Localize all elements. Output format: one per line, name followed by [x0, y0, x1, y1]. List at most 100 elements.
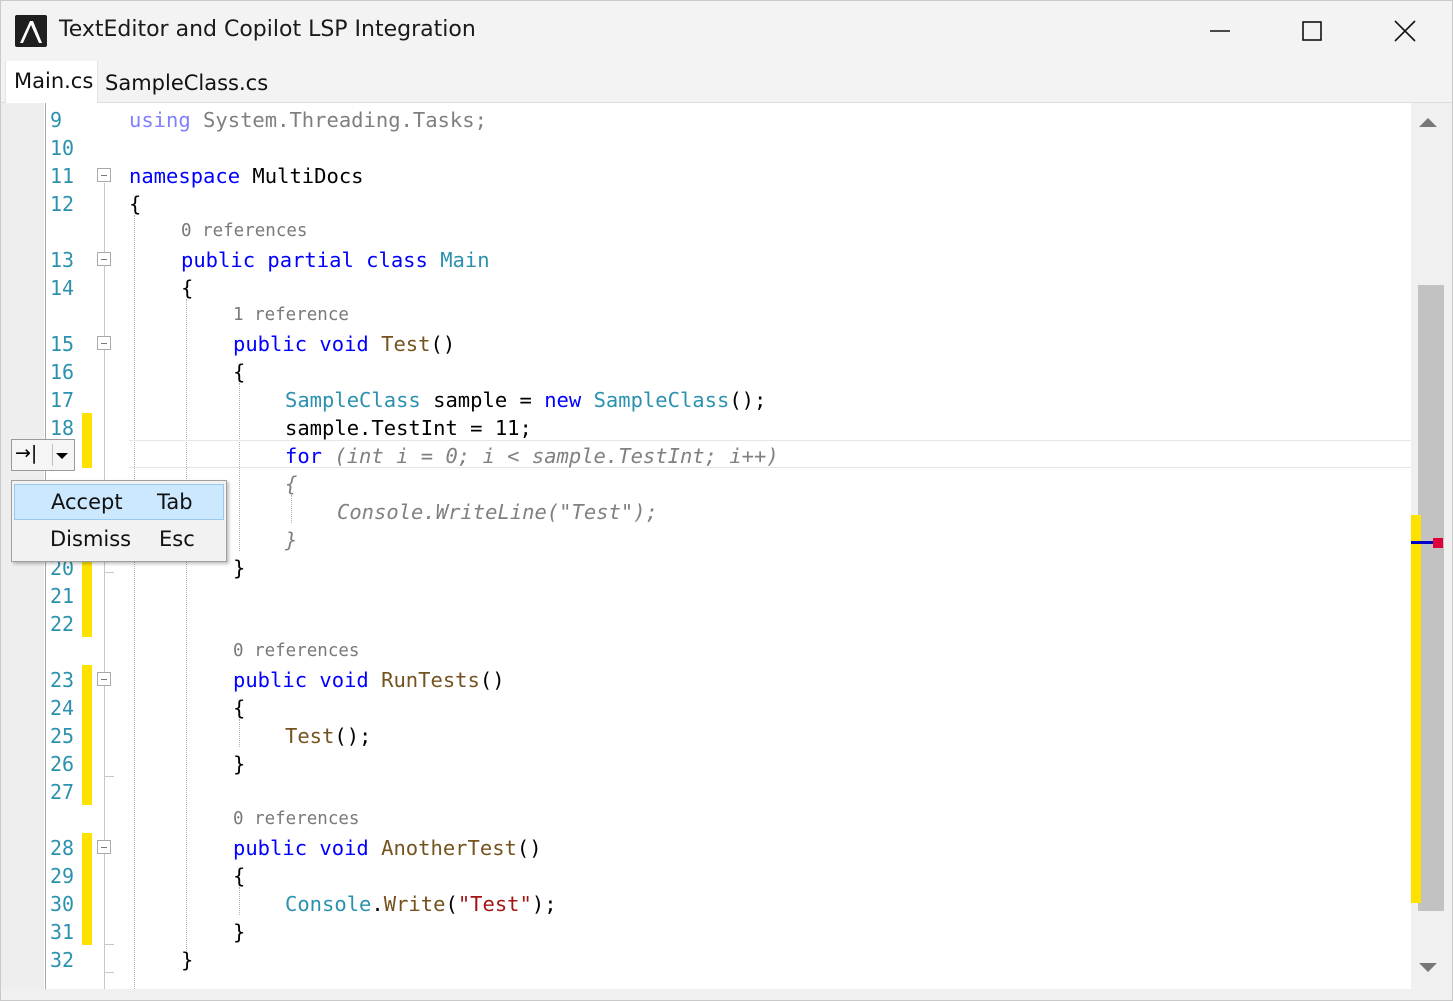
- code-line: }: [181, 948, 194, 972]
- code-lens-references[interactable]: 1 reference: [233, 301, 349, 329]
- copilot-tab-hint[interactable]: →|: [11, 439, 75, 471]
- tab-main-cs[interactable]: Main.cs: [5, 61, 98, 103]
- line-number: 28: [50, 836, 75, 860]
- method-name: AnotherTest: [381, 836, 517, 860]
- indent-guide: [291, 495, 292, 523]
- scrollbar-thumb[interactable]: [1418, 285, 1444, 911]
- code-line: public void AnotherTest(): [233, 834, 542, 862]
- indent-guide: [239, 887, 240, 915]
- keyword: new: [544, 388, 582, 412]
- code-line: {: [233, 696, 246, 720]
- line-number: 15: [50, 332, 75, 356]
- copilot-ghost-text: {: [285, 472, 298, 496]
- change-marker: [82, 553, 92, 637]
- menu-item-label: Accept: [51, 490, 123, 514]
- code-text: (: [445, 892, 458, 916]
- code-text: (): [430, 332, 456, 356]
- code-text: ();: [334, 724, 372, 748]
- code-text: MultiDocs: [240, 164, 364, 188]
- chevron-down-icon[interactable]: [56, 453, 68, 459]
- indent-guide: [186, 299, 187, 959]
- method-name: Test: [285, 724, 335, 748]
- line-number: 26: [50, 752, 75, 776]
- minimize-button[interactable]: [1174, 1, 1266, 61]
- type-name: Main: [440, 248, 490, 272]
- line-number: 27: [50, 780, 75, 804]
- fold-toggle[interactable]: [97, 840, 111, 854]
- code-text: System.Threading.Tasks;: [190, 108, 487, 132]
- code-lens-references[interactable]: 0 references: [233, 637, 359, 665]
- fold-toggle[interactable]: [97, 672, 111, 686]
- code-line: sample.TestInt = 11;: [285, 416, 532, 440]
- close-button[interactable]: [1359, 1, 1451, 61]
- line-number: 22: [50, 612, 75, 636]
- code-text: );: [531, 892, 557, 916]
- code-line: {: [181, 276, 194, 300]
- fold-end: [104, 944, 114, 945]
- code-line: public void RunTests(): [233, 666, 505, 694]
- accept-menu-item[interactable]: Accept Tab: [14, 484, 224, 520]
- fold-line: [104, 183, 105, 989]
- code-line: }: [233, 920, 246, 944]
- code-line: {: [233, 864, 246, 888]
- scroll-up-arrow-icon[interactable]: [1419, 118, 1437, 127]
- change-marker: [82, 665, 92, 805]
- line-number: 17: [50, 388, 75, 412]
- error-marker: [1433, 538, 1443, 548]
- type-name: Console: [285, 892, 372, 916]
- vertical-scrollbar[interactable]: [1411, 103, 1452, 989]
- change-overview-marker: [1411, 515, 1421, 903]
- code-text: .: [371, 892, 384, 916]
- type-name: SampleClass: [593, 388, 730, 412]
- title-bar: TextEditor and Copilot LSP Integration: [1, 1, 1452, 61]
- line-number: 18: [50, 416, 75, 440]
- line-number: 11: [50, 164, 75, 188]
- line-number: 30: [50, 892, 75, 916]
- scroll-down-arrow-icon[interactable]: [1419, 963, 1437, 972]
- keyword: using: [129, 108, 191, 132]
- fold-toggle[interactable]: [97, 252, 111, 266]
- code-lens-references[interactable]: 0 references: [233, 805, 359, 833]
- code-text: (): [516, 836, 542, 860]
- code-text: (): [479, 668, 505, 692]
- keyword: for: [285, 444, 323, 468]
- copilot-ghost-text: Console.WriteLine("Test");: [337, 500, 658, 524]
- menu-item-shortcut: Tab: [157, 490, 193, 514]
- string-literal: "Test": [457, 892, 532, 916]
- keyword: public partial class: [181, 248, 428, 272]
- line-number: 31: [50, 920, 75, 944]
- fold-toggle[interactable]: [97, 336, 111, 350]
- document-tabs: Main.cs SampleClass.cs: [1, 61, 1452, 103]
- code-line: using System.Threading.Tasks;: [129, 106, 487, 134]
- code-line: {: [129, 192, 142, 216]
- tab-sampleclass-cs[interactable]: SampleClass.cs: [101, 61, 271, 102]
- code-lens-references[interactable]: 0 references: [181, 217, 307, 245]
- fold-toggle[interactable]: [97, 168, 111, 182]
- close-icon: [1394, 20, 1416, 42]
- tab-label: SampleClass.cs: [105, 71, 269, 95]
- line-number: 14: [50, 276, 75, 300]
- app-logo-icon: [15, 15, 47, 47]
- copilot-ghost-text: (int i = 0; i < sample.TestInt; i++): [322, 444, 779, 468]
- method-name: RunTests: [381, 668, 480, 692]
- change-marker: [82, 833, 92, 945]
- change-marker: [82, 413, 92, 468]
- method-name: Write: [383, 892, 446, 916]
- line-number: 32: [50, 948, 75, 972]
- window-title: TextEditor and Copilot LSP Integration: [59, 17, 476, 42]
- fold-end: [104, 972, 114, 973]
- line-number: 29: [50, 864, 75, 888]
- code-line: }: [233, 752, 246, 776]
- horizontal-scrollbar[interactable]: [1, 989, 1452, 1000]
- menu-item-label: Dismiss: [50, 527, 132, 551]
- line-number: 9: [50, 108, 63, 132]
- line-number: 16: [50, 360, 75, 384]
- code-line: }: [233, 556, 246, 580]
- line-number: 25: [50, 724, 75, 748]
- dismiss-menu-item[interactable]: Dismiss Esc: [14, 522, 224, 558]
- maximize-button[interactable]: [1266, 1, 1358, 61]
- tab-key-icon: →|: [15, 442, 38, 464]
